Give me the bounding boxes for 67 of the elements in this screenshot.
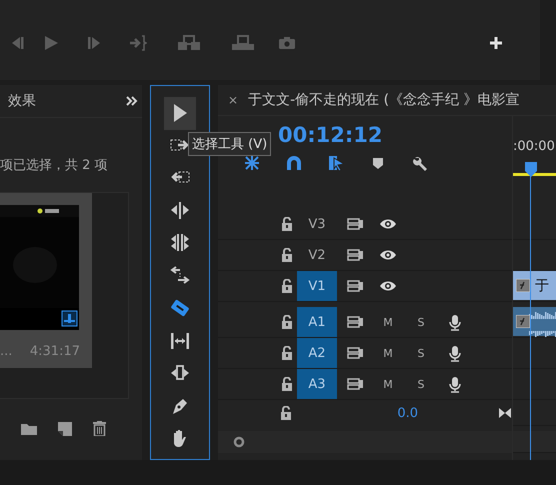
sync-lock-icon[interactable]: [347, 347, 363, 359]
waveform: [529, 312, 556, 337]
lock-icon[interactable]: [280, 376, 292, 392]
clip-name: ...: [0, 344, 12, 359]
track-target[interactable]: V1: [297, 271, 337, 301]
ripple-edit-icon[interactable]: [170, 200, 190, 221]
slip-icon[interactable]: [170, 330, 190, 351]
lock-icon[interactable]: [280, 248, 292, 262]
fx-badge-icon: [516, 315, 530, 328]
clip-duration: 4:31:17: [30, 344, 80, 359]
lock-icon[interactable]: [280, 314, 292, 330]
mute-toggle[interactable]: M: [383, 316, 393, 328]
rate-stretch-icon[interactable]: [170, 266, 190, 286]
marker-icon[interactable]: [370, 155, 386, 171]
fit-icon[interactable]: [498, 407, 512, 419]
tooltip: 选择工具 (V): [188, 132, 272, 156]
mute-toggle[interactable]: M: [383, 378, 393, 390]
eye-icon[interactable]: [379, 249, 397, 261]
lock-icon[interactable]: [280, 346, 292, 360]
close-button[interactable]: ×: [228, 93, 238, 107]
track-target[interactable]: V3: [297, 209, 337, 239]
sync-lock-icon[interactable]: [347, 316, 363, 328]
scrollbar[interactable]: [218, 431, 512, 453]
volume-value[interactable]: 0.0: [295, 406, 418, 420]
new-item-icon[interactable]: [58, 422, 72, 436]
magnet-icon[interactable]: [286, 155, 302, 171]
overflow-icon[interactable]: [126, 96, 138, 106]
lock-icon[interactable]: [280, 278, 292, 294]
linked-select-icon[interactable]: [328, 155, 344, 171]
track-target[interactable]: A1: [297, 307, 337, 337]
ruler-time: :00:00: [513, 139, 556, 154]
playhead-icon[interactable]: [524, 161, 538, 177]
fx-badge-icon: [516, 279, 530, 292]
solo-toggle[interactable]: S: [418, 346, 424, 360]
rolling-edit-icon[interactable]: [170, 233, 190, 254]
audio-clip[interactable]: [513, 307, 556, 336]
timecode[interactable]: 00:12:12: [278, 123, 512, 147]
microphone-icon[interactable]: [448, 376, 462, 392]
wrench-icon[interactable]: [412, 155, 428, 171]
eye-icon[interactable]: [379, 280, 397, 292]
solo-toggle[interactable]: S: [418, 316, 424, 328]
lock-icon[interactable]: [280, 216, 292, 232]
track-target[interactable]: A2: [297, 338, 337, 368]
nest-icon[interactable]: [244, 155, 260, 171]
lock-icon[interactable]: [280, 406, 292, 420]
clip-title: 于: [535, 276, 549, 294]
solo-toggle[interactable]: S: [418, 378, 424, 390]
eye-icon[interactable]: [379, 218, 397, 230]
sync-lock-icon[interactable]: [347, 249, 363, 261]
sync-lock-icon[interactable]: [347, 218, 363, 230]
scroll-handle-icon[interactable]: [233, 436, 245, 448]
trash-icon[interactable]: [93, 421, 106, 436]
track-target[interactable]: A3: [297, 369, 337, 399]
folder-icon[interactable]: [21, 422, 37, 435]
video-clip[interactable]: 于: [513, 271, 556, 300]
scrollbar[interactable]: [513, 431, 556, 453]
sync-lock-icon[interactable]: [347, 280, 363, 292]
microphone-icon[interactable]: [448, 344, 462, 362]
microphone-icon[interactable]: [448, 314, 462, 330]
sync-lock-icon[interactable]: [347, 378, 363, 390]
sequence-tab[interactable]: 于文文-偷不走的现在 (《念念手纪 》电影宣: [248, 91, 520, 109]
selection-info: 项已选择，共 2 项: [0, 157, 109, 174]
track-target[interactable]: V2: [297, 240, 337, 270]
mute-toggle[interactable]: M: [383, 346, 393, 360]
add-icon[interactable]: [489, 36, 503, 50]
panel-tab[interactable]: 效果: [8, 92, 36, 110]
tool-button[interactable]: [164, 97, 196, 130]
